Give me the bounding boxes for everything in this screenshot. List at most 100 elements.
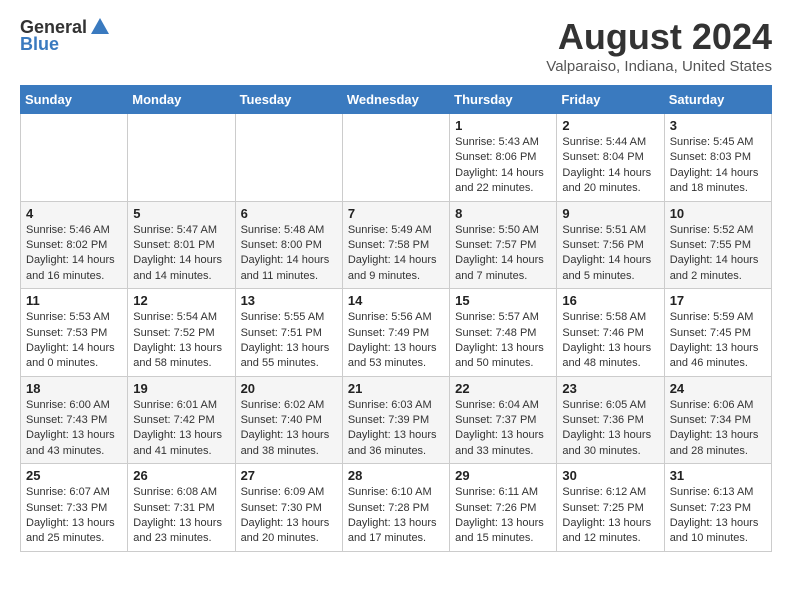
day-info: Sunrise: 5:44 AMSunset: 8:04 PMDaylight:… [562,135,658,197]
day-cell-8: 8 Sunrise: 5:50 AMSunset: 7:57 PMDaylight… [450,201,557,289]
sunset-text: Sunset: 7:34 PM [670,413,766,428]
day-info: Sunrise: 5:46 AMSunset: 8:02 PMDaylight:… [26,223,122,285]
sunrise-text: Sunrise: 5:57 AM [455,310,551,325]
weekday-header-monday: Monday [128,86,235,114]
sunrise-text: Sunrise: 6:12 AM [562,485,658,500]
sunset-text: Sunset: 7:40 PM [241,413,337,428]
day-info: Sunrise: 6:07 AMSunset: 7:33 PMDaylight:… [26,485,122,547]
day-info: Sunrise: 5:45 AMSunset: 8:03 PMDaylight:… [670,135,766,197]
daylight-text: Daylight: 13 hours and 46 minutes. [670,341,766,372]
daylight-text: Daylight: 14 hours and 2 minutes. [670,253,766,284]
day-info: Sunrise: 5:43 AMSunset: 8:06 PMDaylight:… [455,135,551,197]
logo: General Blue [20,16,111,55]
sunrise-text: Sunrise: 6:10 AM [348,485,444,500]
daylight-text: Daylight: 13 hours and 20 minutes. [241,516,337,547]
day-number: 14 [348,293,444,308]
day-cell-19: 19Sunrise: 6:01 AMSunset: 7:42 PMDayligh… [128,376,235,464]
week-row-5: 25Sunrise: 6:07 AMSunset: 7:33 PMDayligh… [21,464,772,552]
sunrise-text: Sunrise: 5:50 AM [455,223,551,238]
weekday-header-saturday: Saturday [664,86,771,114]
day-cell-27: 27Sunrise: 6:09 AMSunset: 7:30 PMDayligh… [235,464,342,552]
day-info: Sunrise: 5:47 AMSunset: 8:01 PMDaylight:… [133,223,229,285]
sunrise-text: Sunrise: 5:46 AM [26,223,122,238]
sunrise-text: Sunrise: 6:11 AM [455,485,551,500]
day-number: 3 [670,118,766,133]
sunset-text: Sunset: 7:37 PM [455,413,551,428]
day-number: 11 [26,293,122,308]
day-cell-6: 6Sunrise: 5:48 AMSunset: 8:00 PMDaylight… [235,201,342,289]
daylight-text: Daylight: 13 hours and 43 minutes. [26,428,122,459]
sunrise-text: Sunrise: 6:02 AM [241,398,337,413]
sunrise-text: Sunrise: 5:51 AM [562,223,658,238]
day-number: 13 [241,293,337,308]
sunrise-text: Sunrise: 6:07 AM [26,485,122,500]
day-info: Sunrise: 6:11 AMSunset: 7:26 PMDaylight:… [455,485,551,547]
day-cell-30: 30Sunrise: 6:12 AMSunset: 7:25 PMDayligh… [557,464,664,552]
day-number: 8 [455,206,551,221]
sunset-text: Sunset: 8:06 PM [455,150,551,165]
sunset-text: Sunset: 7:26 PM [455,501,551,516]
day-cell-10: 10Sunrise: 5:52 AMSunset: 7:55 PMDayligh… [664,201,771,289]
day-cell-28: 28Sunrise: 6:10 AMSunset: 7:28 PMDayligh… [342,464,449,552]
sunrise-text: Sunrise: 6:04 AM [455,398,551,413]
empty-cell [128,114,235,202]
sunset-text: Sunset: 7:36 PM [562,413,658,428]
sunset-text: Sunset: 7:39 PM [348,413,444,428]
daylight-text: Daylight: 14 hours and 22 minutes. [455,166,551,197]
empty-cell [235,114,342,202]
weekday-header-thursday: Thursday [450,86,557,114]
sunset-text: Sunset: 7:56 PM [562,238,658,253]
day-cell-20: 20Sunrise: 6:02 AMSunset: 7:40 PMDayligh… [235,376,342,464]
daylight-text: Daylight: 14 hours and 7 minutes. [455,253,551,284]
sunrise-text: Sunrise: 5:44 AM [562,135,658,150]
weekday-header-row: SundayMondayTuesdayWednesdayThursdayFrid… [21,86,772,114]
day-info: Sunrise: 6:01 AMSunset: 7:42 PMDaylight:… [133,398,229,460]
sunrise-text: Sunrise: 6:06 AM [670,398,766,413]
day-cell-26: 26Sunrise: 6:08 AMSunset: 7:31 PMDayligh… [128,464,235,552]
sunrise-text: Sunrise: 5:53 AM [26,310,122,325]
day-info: Sunrise: 5:54 AMSunset: 7:52 PMDaylight:… [133,310,229,372]
sunrise-text: Sunrise: 5:43 AM [455,135,551,150]
sunset-text: Sunset: 8:04 PM [562,150,658,165]
sunrise-text: Sunrise: 5:52 AM [670,223,766,238]
sunset-text: Sunset: 7:52 PM [133,326,229,341]
sunset-text: Sunset: 8:03 PM [670,150,766,165]
day-info: Sunrise: 6:09 AMSunset: 7:30 PMDaylight:… [241,485,337,547]
sunrise-text: Sunrise: 6:13 AM [670,485,766,500]
daylight-text: Daylight: 13 hours and 25 minutes. [26,516,122,547]
daylight-text: Daylight: 14 hours and 9 minutes. [348,253,444,284]
day-info: Sunrise: 5:58 AMSunset: 7:46 PMDaylight:… [562,310,658,372]
week-row-2: 4Sunrise: 5:46 AMSunset: 8:02 PMDaylight… [21,201,772,289]
sunset-text: Sunset: 7:58 PM [348,238,444,253]
sunrise-text: Sunrise: 6:01 AM [133,398,229,413]
sunrise-text: Sunrise: 6:05 AM [562,398,658,413]
day-info: Sunrise: 6:10 AMSunset: 7:28 PMDaylight:… [348,485,444,547]
day-number: 30 [562,468,658,483]
day-info: Sunrise: 5:50 AMSunset: 7:57 PMDaylight:… [455,223,551,285]
day-cell-21: 21 Sunrise: 6:03 AMSunset: 7:39 PMDayligh… [342,376,449,464]
daylight-text: Daylight: 14 hours and 5 minutes. [562,253,658,284]
sunset-text: Sunset: 7:45 PM [670,326,766,341]
day-number: 18 [26,381,122,396]
header: General Blue August 2024 Valparaiso, Ind… [20,16,772,75]
day-number: 7 [348,206,444,221]
day-cell-24: 24Sunrise: 6:06 AMSunset: 7:34 PMDayligh… [664,376,771,464]
sunset-text: Sunset: 7:43 PM [26,413,122,428]
day-cell-12: 12Sunrise: 5:54 AMSunset: 7:52 PMDayligh… [128,289,235,377]
daylight-text: Daylight: 14 hours and 0 minutes. [26,341,122,372]
day-cell-31: 31Sunrise: 6:13 AMSunset: 7:23 PMDayligh… [664,464,771,552]
day-info: Sunrise: 6:03 AMSunset: 7:39 PMDaylight:… [348,398,444,460]
daylight-text: Daylight: 14 hours and 18 minutes. [670,166,766,197]
title-area: August 2024 Valparaiso, Indiana, United … [546,16,772,75]
logo-icon [89,16,111,38]
day-info: Sunrise: 5:52 AMSunset: 7:55 PMDaylight:… [670,223,766,285]
daylight-text: Daylight: 13 hours and 50 minutes. [455,341,551,372]
sunset-text: Sunset: 7:53 PM [26,326,122,341]
day-number: 6 [241,206,337,221]
day-cell-11: 11 Sunrise: 5:53 AMSunset: 7:53 PMDayligh… [21,289,128,377]
day-info: Sunrise: 6:00 AMSunset: 7:43 PMDaylight:… [26,398,122,460]
weekday-header-friday: Friday [557,86,664,114]
day-number: 22 [455,381,551,396]
day-number: 21 [348,381,444,396]
day-number: 1 [455,118,551,133]
